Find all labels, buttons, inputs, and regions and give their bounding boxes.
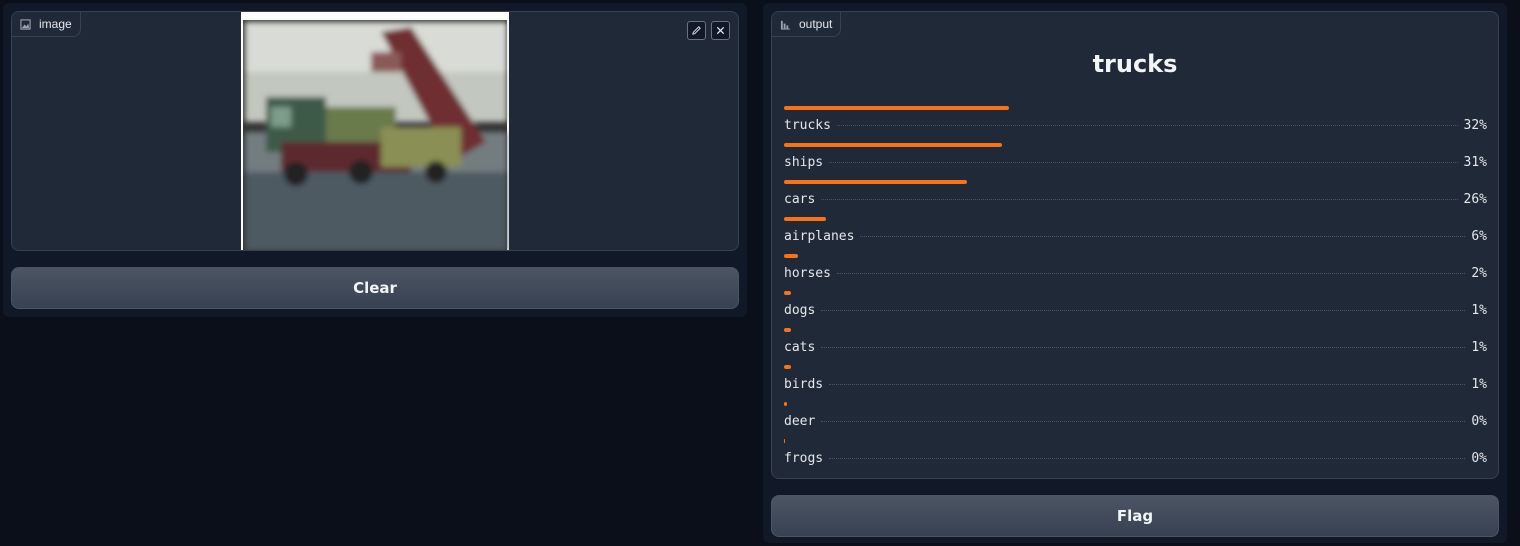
confidence-percent: 1% — [1471, 303, 1487, 318]
dotted-leader — [829, 162, 1458, 163]
dotted-leader — [836, 125, 1458, 126]
confidence-item: cats 1% — [784, 328, 1487, 365]
confidence-row: frogs 0% — [784, 451, 1487, 466]
confidence-percent: 1% — [1471, 377, 1487, 392]
confidence-bar — [784, 365, 792, 369]
confidence-bar — [784, 217, 827, 221]
remove-image-button[interactable] — [711, 21, 730, 40]
confidence-bar — [784, 180, 967, 184]
image-label-tag: image — [12, 12, 81, 37]
confidence-label: cats — [784, 340, 816, 355]
confidence-item: frogs 0% — [784, 439, 1487, 476]
confidence-label: cars — [784, 192, 816, 207]
confidence-percent: 2% — [1471, 266, 1487, 281]
confidence-item: deer 0% — [784, 402, 1487, 439]
confidence-item: birds 1% — [784, 365, 1487, 402]
confidence-percent: 0% — [1471, 414, 1487, 429]
image-tools — [687, 21, 730, 40]
confidence-percent: 1% — [1471, 340, 1487, 355]
confidence-item: ships 31% — [784, 143, 1487, 180]
image-input[interactable]: image — [11, 11, 739, 251]
confidence-item: trucks 32% — [784, 106, 1487, 143]
close-icon — [716, 26, 725, 35]
confidence-row: dogs 1% — [784, 303, 1487, 318]
confidence-row: deer 0% — [784, 414, 1487, 429]
dotted-leader — [860, 236, 1466, 237]
pencil-icon — [692, 26, 701, 35]
confidence-percent: 26% — [1463, 192, 1487, 207]
dotted-leader — [836, 273, 1466, 274]
confidence-row: horses 2% — [784, 266, 1487, 281]
dotted-leader — [821, 421, 1466, 422]
clear-button[interactable]: Clear — [11, 267, 739, 309]
confidence-list: trucks 32% ships 31% cars 26% airplanes 6% horse… — [784, 106, 1487, 476]
confidence-percent: 0% — [1471, 451, 1487, 466]
label-output: output trucks trucks 32% ships 31% cars 26% ai… — [771, 11, 1499, 479]
confidence-row: trucks 32% — [784, 118, 1487, 133]
confidence-percent: 32% — [1463, 118, 1487, 133]
edit-button[interactable] — [687, 21, 706, 40]
image-label: image — [39, 17, 72, 31]
dotted-leader — [821, 310, 1466, 311]
output-label: output — [799, 17, 833, 31]
confidence-label: horses — [784, 266, 831, 281]
confidence-item: cars 26% — [784, 180, 1487, 217]
confidence-row: cats 1% — [784, 340, 1487, 355]
dotted-leader — [821, 199, 1458, 200]
dotted-leader — [829, 458, 1466, 459]
confidence-label: trucks — [784, 118, 831, 133]
flag-button[interactable]: Flag — [771, 495, 1499, 537]
confidence-row: airplanes 6% — [784, 229, 1487, 244]
confidence-item: horses 2% — [784, 254, 1487, 291]
uploaded-image — [241, 12, 509, 250]
confidence-percent: 6% — [1471, 229, 1487, 244]
confidence-bar — [784, 439, 786, 443]
confidence-label: deer — [784, 414, 816, 429]
confidence-percent: 31% — [1463, 155, 1487, 170]
confidence-row: ships 31% — [784, 155, 1487, 170]
dotted-leader — [829, 384, 1466, 385]
chart-icon — [780, 20, 791, 30]
confidence-bar — [784, 254, 799, 258]
confidence-label: airplanes — [784, 229, 855, 244]
dotted-leader — [821, 347, 1466, 348]
uploaded-image-content — [241, 12, 509, 250]
confidence-item: airplanes 6% — [784, 217, 1487, 254]
confidence-label: dogs — [784, 303, 816, 318]
confidence-label: ships — [784, 155, 824, 170]
confidence-label: frogs — [784, 451, 824, 466]
output-label-tag: output — [772, 12, 842, 37]
confidence-bar — [784, 291, 792, 295]
confidence-row: birds 1% — [784, 377, 1487, 392]
confidence-row: cars 26% — [784, 192, 1487, 207]
confidence-item: dogs 1% — [784, 291, 1487, 328]
predicted-class: trucks — [1092, 50, 1178, 78]
confidence-label: birds — [784, 377, 824, 392]
output-panel: output trucks trucks 32% ships 31% cars 26% ai… — [763, 3, 1507, 543]
confidence-bar — [784, 106, 1009, 110]
confidence-bar — [784, 328, 792, 332]
input-panel: image Clear — [3, 3, 747, 317]
image-icon — [20, 18, 31, 30]
confidence-bar — [784, 143, 1002, 147]
confidence-bar — [784, 402, 787, 406]
